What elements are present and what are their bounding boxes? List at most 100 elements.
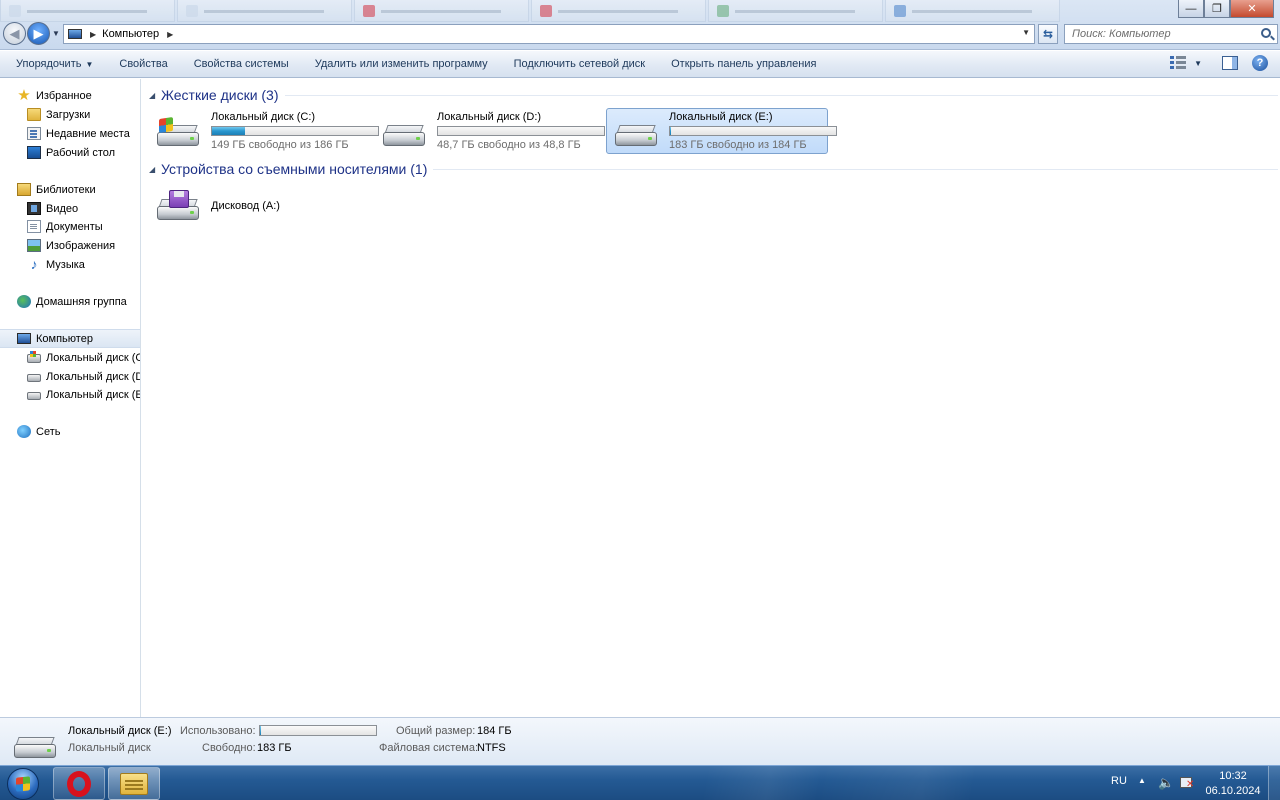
nav-label: Локальный диск (D:) (46, 370, 140, 383)
breadcrumb-separator-icon[interactable]: ▶ (167, 30, 173, 39)
language-indicator[interactable]: RU (1111, 775, 1127, 787)
documents-library-icon (27, 220, 41, 233)
nav-video[interactable]: Видео (0, 199, 140, 218)
music-note-icon: ♪ (30, 256, 38, 272)
window-titlebar: — ❐ ✕ ◀ ▶ ▼ ▶ Компьютер ▶ ▼ ⇆ (0, 0, 1280, 50)
clock-time: 10:32 (1219, 770, 1247, 782)
nav-homegroup[interactable]: Домашняя группа (0, 292, 140, 311)
search-box[interactable] (1064, 24, 1278, 44)
nav-computer[interactable]: Компьютер (0, 329, 140, 348)
nav-drive-d[interactable]: Локальный диск (D:) (0, 367, 140, 386)
maximize-button[interactable]: ❐ (1204, 0, 1230, 18)
drive-free-space: 183 ГБ свободно из 184 ГБ (669, 139, 807, 151)
details-pane: Локальный диск (E:) Локальный диск Испол… (0, 717, 1280, 765)
nav-label: Рабочий стол (46, 146, 116, 159)
map-network-drive-button[interactable]: Подключить сетевой диск (501, 51, 658, 78)
network-icon (17, 425, 31, 438)
nav-label: Недавние места (46, 127, 130, 140)
preview-pane-icon[interactable] (1222, 56, 1238, 70)
back-button[interactable]: ◀ (3, 22, 26, 45)
minimize-button[interactable]: — (1178, 0, 1204, 18)
drive-name: Локальный диск (D:) (437, 111, 542, 123)
nav-pictures[interactable]: Изображения (0, 236, 140, 255)
address-history-dropdown[interactable]: ▼ (1022, 28, 1030, 37)
properties-button[interactable]: Свойства (106, 51, 180, 78)
nav-label: Локальный диск (E:) (46, 388, 140, 401)
nav-drive-e[interactable]: Локальный диск (E:) (0, 385, 140, 404)
details-filesystem-value: NTFS (477, 742, 506, 754)
homegroup-icon (17, 295, 31, 308)
nav-label: Видео (46, 202, 79, 215)
recent-places-icon (27, 127, 41, 140)
volume-icon[interactable]: 🔈 (1158, 776, 1174, 790)
hard-drive-icon (383, 118, 425, 148)
details-filesystem-label: Файловая система: (379, 742, 479, 754)
details-total-value: 184 ГБ (477, 725, 512, 737)
drive-tile-a[interactable]: Дисковод (A:) (148, 182, 370, 228)
nav-label: Сеть (36, 425, 61, 438)
close-button[interactable]: ✕ (1230, 0, 1274, 18)
drive-tile-c[interactable]: Локальный диск (C:) 149 ГБ свободно из 1… (148, 108, 379, 154)
removable-devices-group-header[interactable]: ◢ Устройства со съемными носителями (1) (142, 158, 1280, 180)
collapse-icon[interactable]: ◢ (149, 91, 156, 100)
content-pane: ◢ Жесткие диски (3) Локальный диск (C:) … (142, 79, 1280, 717)
drive-usage-fill (670, 127, 671, 135)
recent-pages-dropdown[interactable]: ▼ (52, 29, 60, 38)
system-drive-icon (27, 351, 41, 363)
uninstall-program-button[interactable]: Удалить или изменить программу (302, 51, 501, 78)
nav-favorites[interactable]: ★ Избранное (0, 86, 140, 105)
nav-drive-c[interactable]: Локальный диск (C:) (0, 348, 140, 367)
background-tab (354, 0, 529, 22)
details-free-value: 183 ГБ (257, 742, 292, 754)
nav-label: Домашняя группа (36, 295, 127, 308)
taskbar-explorer-button[interactable] (108, 767, 160, 800)
taskbar: RU ▲ 🔈 10:32 06.10.2024 (0, 765, 1280, 800)
nav-libraries[interactable]: Библиотеки (0, 180, 140, 199)
video-library-icon (27, 202, 41, 215)
network-disconnected-icon[interactable] (1180, 776, 1194, 790)
show-desktop-button[interactable] (1268, 766, 1280, 800)
refresh-button[interactable]: ⇆ (1038, 24, 1058, 44)
chevron-down-icon: ▼ (85, 59, 94, 69)
nav-label: Загрузки (46, 108, 91, 121)
hard-disks-group-header[interactable]: ◢ Жесткие диски (3) (142, 84, 1280, 106)
view-options-dropdown[interactable]: ▼ (1194, 59, 1202, 68)
open-control-panel-button[interactable]: Открыть панель управления (658, 51, 829, 78)
drive-name: Локальный диск (E:) (669, 111, 773, 123)
drive-tile-d[interactable]: Локальный диск (D:) 48,7 ГБ свободно из … (374, 108, 605, 154)
desktop-icon (27, 146, 41, 159)
system-drive-icon (157, 117, 199, 148)
taskbar-opera-button[interactable] (53, 767, 105, 800)
search-icon[interactable] (1261, 28, 1271, 38)
group-divider (433, 168, 1278, 170)
nav-downloads[interactable]: Загрузки (0, 105, 140, 124)
nav-label: Музыка (46, 258, 85, 271)
drive-name: Локальный диск (C:) (211, 111, 316, 123)
show-hidden-icons-icon[interactable]: ▲ (1138, 776, 1146, 785)
breadcrumb-separator-icon[interactable]: ▶ (90, 30, 96, 39)
start-button[interactable] (3, 766, 43, 800)
forward-button[interactable]: ▶ (27, 22, 50, 45)
drive-tile-e[interactable]: Локальный диск (E:) 183 ГБ свободно из 1… (606, 108, 837, 154)
collapse-icon[interactable]: ◢ (149, 165, 156, 174)
nav-desktop[interactable]: Рабочий стол (0, 143, 140, 162)
search-input[interactable] (1072, 28, 1252, 40)
nav-network[interactable]: Сеть (0, 422, 140, 441)
organize-menu-button[interactable]: Упорядочить ▼ (0, 51, 106, 78)
breadcrumb-computer[interactable]: Компьютер (102, 28, 159, 40)
star-icon: ★ (17, 87, 31, 104)
background-tab (531, 0, 706, 22)
nav-documents[interactable]: Документы (0, 217, 140, 236)
nav-recent-places[interactable]: Недавние места (0, 124, 140, 143)
nav-label: Избранное (36, 89, 92, 102)
computer-icon (17, 333, 31, 344)
system-clock[interactable]: 10:32 06.10.2024 (1198, 769, 1268, 799)
opera-icon (67, 770, 91, 797)
system-properties-button[interactable]: Свойства системы (181, 51, 302, 78)
background-tab (0, 0, 175, 22)
address-bar[interactable]: ▶ Компьютер ▶ ▼ (63, 24, 1035, 44)
window-controls: — ❐ ✕ (1178, 0, 1274, 18)
nav-music[interactable]: ♪ Музыка (0, 255, 140, 274)
help-icon[interactable]: ? (1252, 55, 1268, 71)
change-view-icon[interactable] (1170, 56, 1187, 70)
